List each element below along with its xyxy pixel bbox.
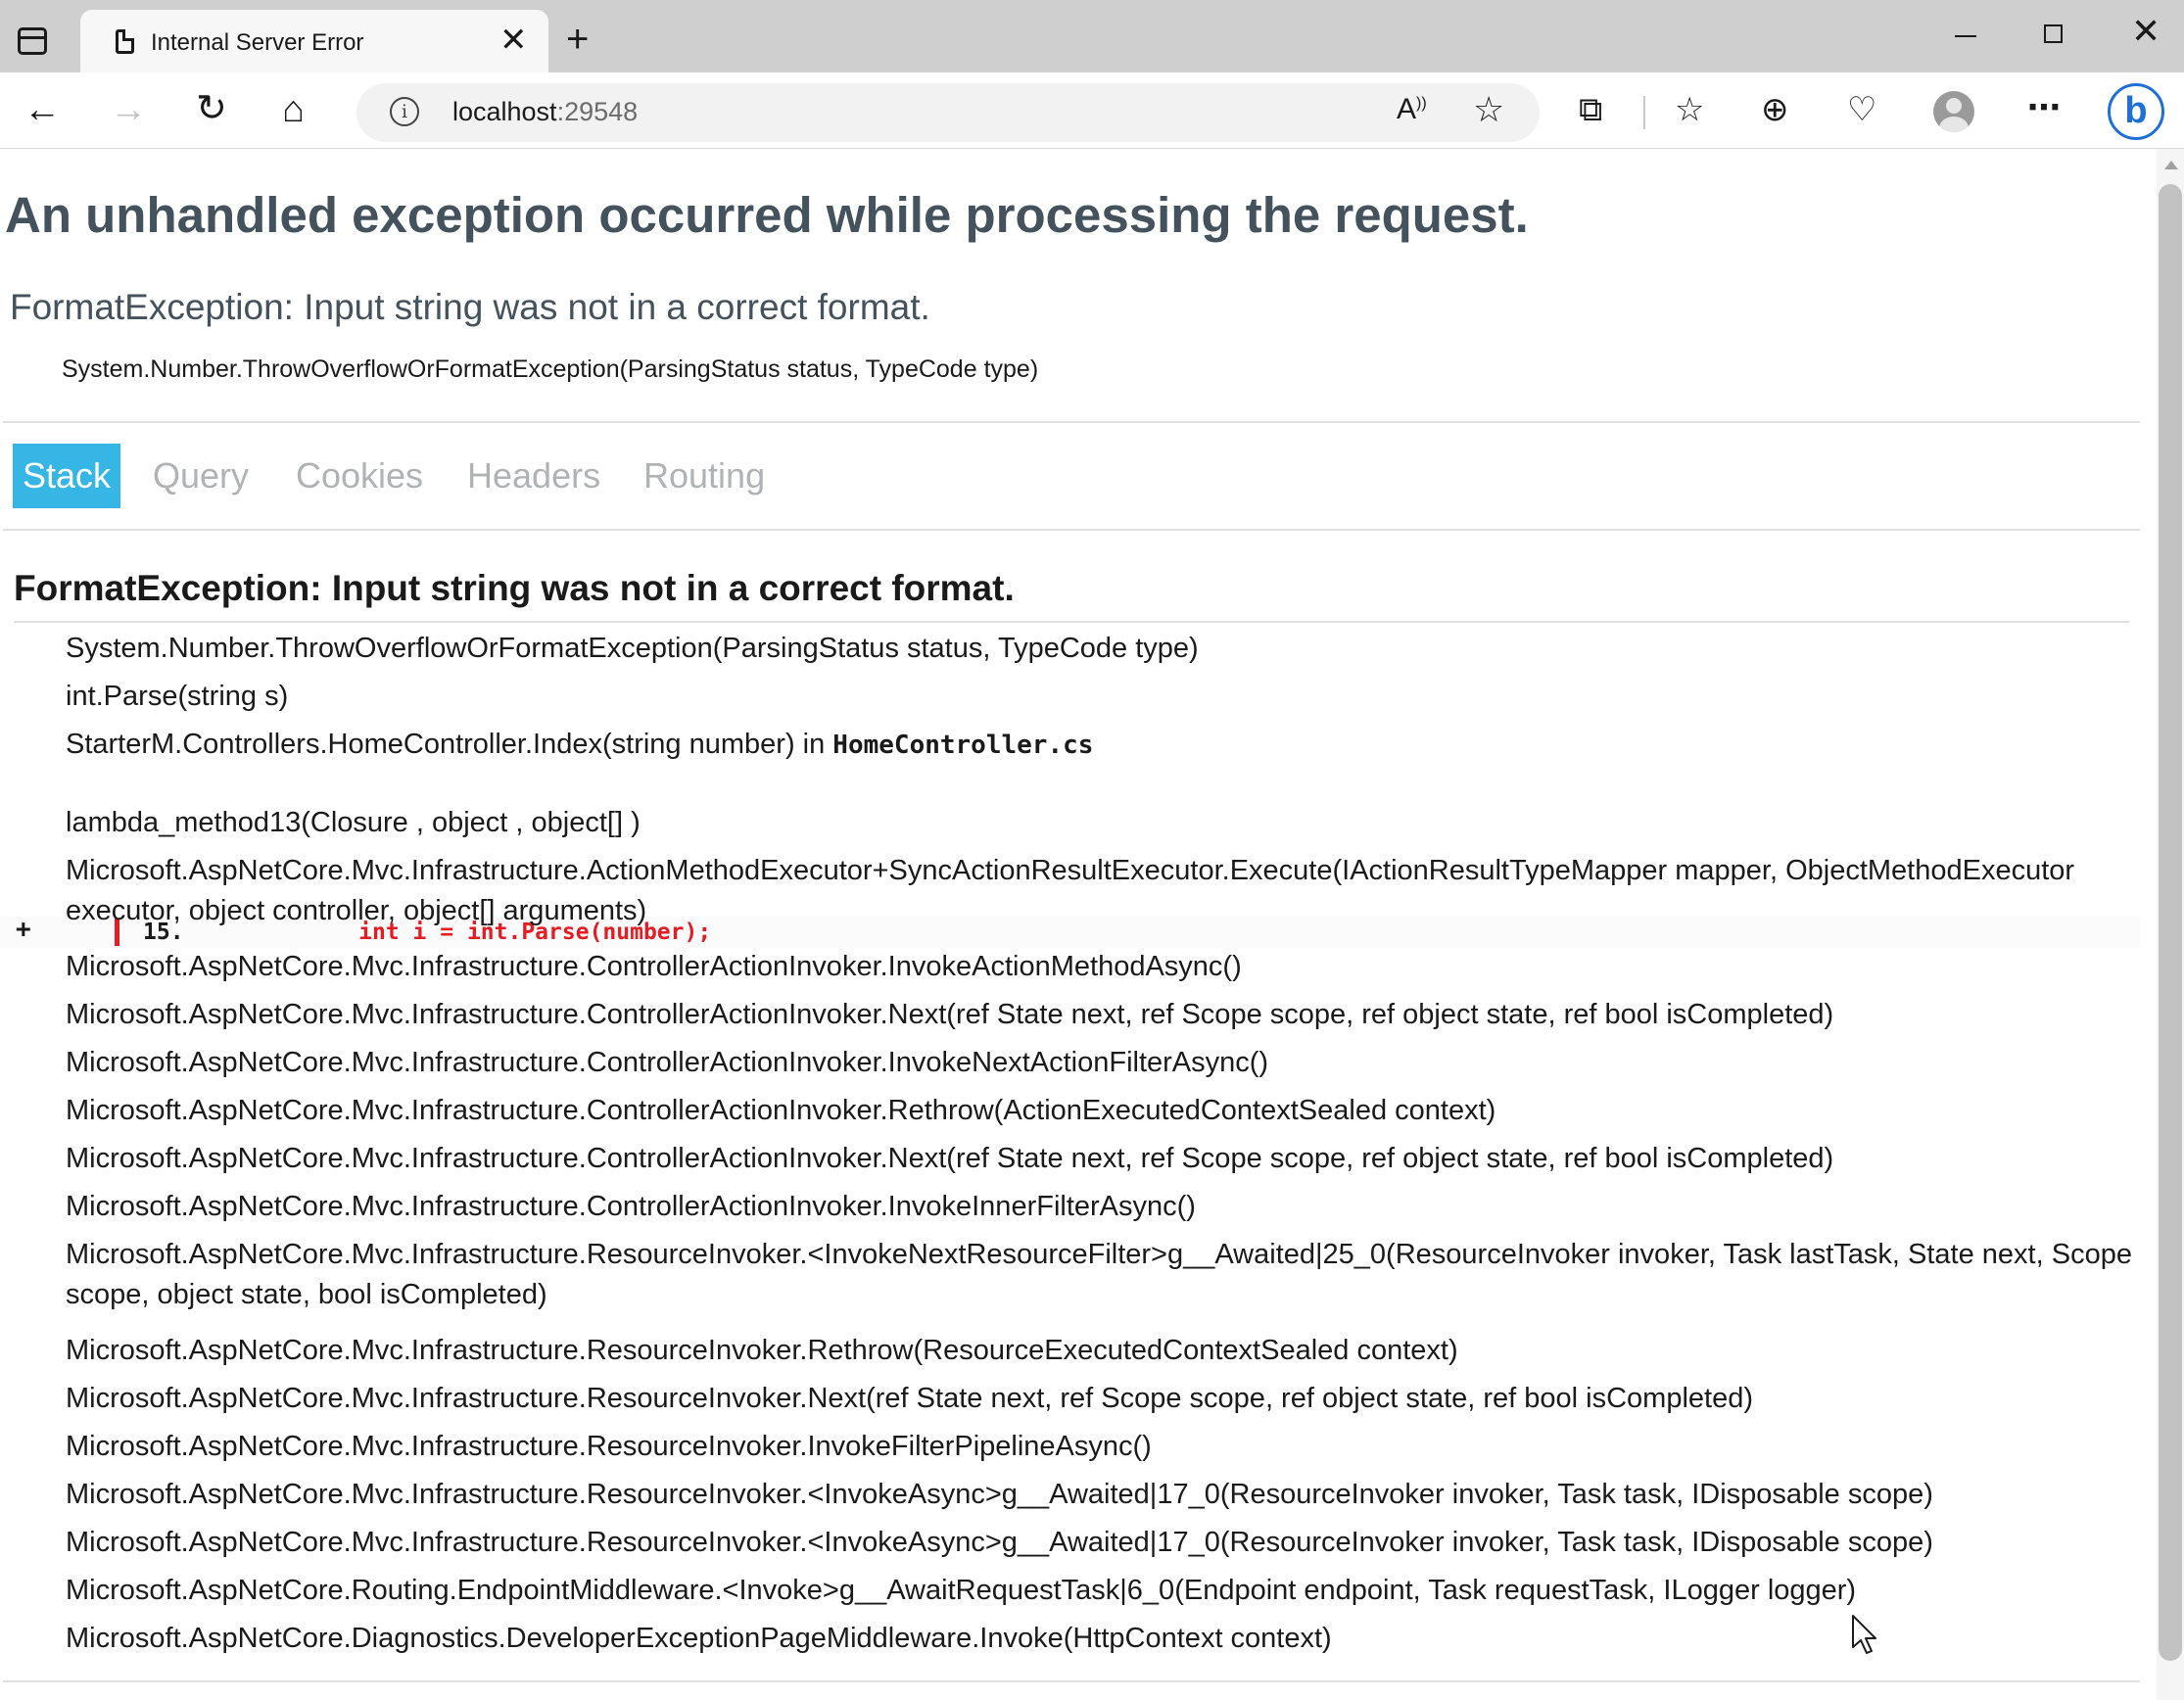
- site-info-icon[interactable]: i: [390, 97, 419, 126]
- stack-frame: Microsoft.AspNetCore.Mvc.Infrastructure.…: [66, 1191, 1196, 1222]
- tab-title: Internal Server Error: [151, 29, 364, 56]
- forward-arrow-icon[interactable]: →: [110, 90, 147, 129]
- toolbar-divider: [1643, 96, 1645, 129]
- stack-frame: System.Number.ThrowOverflowOrFormatExcep…: [66, 633, 1199, 664]
- home-icon[interactable]: ⌂: [282, 90, 305, 129]
- error-location: System.Number.ThrowOverflowOrFormatExcep…: [62, 355, 1039, 383]
- ellipsis-icon[interactable]: ⋯: [2027, 88, 2061, 127]
- browser-chrome: Internal Server Error ✕ + ✕ ← → ↻ ⌂ i lo…: [0, 0, 2184, 149]
- tab-query[interactable]: Query: [153, 444, 249, 508]
- stack-frame: Microsoft.AspNetCore.Mvc.Infrastructure.…: [66, 1095, 1496, 1126]
- stack-frame: Microsoft.AspNetCore.Mvc.Infrastructure.…: [66, 1479, 1933, 1510]
- star-icon[interactable]: ☆: [1473, 89, 1504, 130]
- collections-icon[interactable]: ⊕: [1761, 90, 1789, 129]
- stack-frame: Microsoft.AspNetCore.Mvc.Infrastructure.…: [66, 1335, 1458, 1366]
- favorites-list-icon[interactable]: ☆: [1675, 90, 1704, 129]
- page-heading: An unhandled exception occurred while pr…: [5, 187, 1529, 243]
- expand-source-button[interactable]: +: [16, 915, 31, 944]
- divider: [3, 1680, 2140, 1682]
- divider: [3, 529, 2140, 531]
- stack-frame: Microsoft.AspNetCore.Mvc.Infrastructure.…: [66, 1047, 1269, 1078]
- stack-frame: Microsoft.AspNetCore.Mvc.Infrastructure.…: [66, 951, 1242, 982]
- mouse-cursor-icon: [1852, 1615, 1876, 1654]
- tab-routing[interactable]: Routing: [643, 444, 765, 508]
- stack-frame: Microsoft.AspNetCore.Mvc.Infrastructure.…: [66, 1239, 2132, 1310]
- divider: [3, 421, 2140, 423]
- maximize-icon[interactable]: [2044, 24, 2063, 43]
- frame-file: HomeController.cs: [832, 731, 1094, 760]
- stack-frame: lambda_method13(Closure , object , objec…: [66, 807, 641, 838]
- vertical-scrollbar[interactable]: [2157, 149, 2184, 1700]
- error-title: FormatException: Input string was not in…: [10, 287, 930, 327]
- stack-frame: Microsoft.AspNetCore.Mvc.Infrastructure.…: [66, 1143, 1834, 1174]
- puzzle-icon[interactable]: ⧉: [1579, 90, 1602, 129]
- bing-copilot-icon[interactable]: b: [2108, 83, 2164, 140]
- minimize-icon[interactable]: [1955, 35, 1976, 37]
- browser-tab[interactable]: Internal Server Error ✕: [80, 10, 548, 72]
- stack-exception-title: FormatException: Input string was not in…: [14, 568, 1015, 608]
- window-close-icon[interactable]: ✕: [2131, 14, 2160, 49]
- divider: [14, 621, 2129, 623]
- sidebar-toggle-icon[interactable]: [18, 27, 47, 55]
- back-arrow-icon[interactable]: ←: [24, 90, 61, 129]
- tab-stack[interactable]: Stack: [13, 444, 121, 508]
- tab-close-icon[interactable]: ✕: [499, 24, 528, 57]
- stack-frame: Microsoft.AspNetCore.Mvc.Infrastructure.…: [66, 1431, 1152, 1462]
- stack-frame: int.Parse(string s): [66, 681, 289, 712]
- scrollbar-thumb[interactable]: [2159, 184, 2182, 1661]
- stack-frame: Microsoft.AspNetCore.Routing.EndpointMid…: [66, 1575, 1857, 1606]
- frame-method: StarterM.Controllers.HomeController.Inde…: [66, 729, 833, 760]
- refresh-icon[interactable]: ↻: [196, 89, 227, 128]
- tab-strip: Internal Server Error ✕ + ✕: [0, 0, 2184, 72]
- profile-avatar-icon[interactable]: [1933, 91, 1974, 132]
- address-bar[interactable]: i localhost:29548 A)) ☆: [356, 83, 1540, 142]
- document-icon: [116, 29, 134, 54]
- address-text[interactable]: localhost:29548: [452, 97, 638, 127]
- stack-frame: StarterM.Controllers.HomeController.Inde…: [66, 725, 2132, 766]
- new-tab-icon[interactable]: +: [566, 20, 589, 59]
- stack-frame: Microsoft.AspNetCore.Mvc.Infrastructure.…: [66, 1527, 1933, 1558]
- scroll-up-arrow-icon[interactable]: [2164, 161, 2178, 169]
- stack-frame: Microsoft.AspNetCore.Mvc.Infrastructure.…: [66, 999, 1834, 1030]
- error-page: An unhandled exception occurred while pr…: [0, 149, 2155, 1700]
- stack-frame: Microsoft.AspNetCore.Diagnostics.Develop…: [66, 1623, 1332, 1654]
- tab-cookies[interactable]: Cookies: [296, 444, 423, 508]
- browser-essentials-icon[interactable]: ♡: [1847, 90, 1876, 129]
- stack-frame: Microsoft.AspNetCore.Mvc.Infrastructure.…: [66, 855, 2075, 926]
- tab-headers[interactable]: Headers: [467, 444, 600, 508]
- stack-frame: Microsoft.AspNetCore.Mvc.Infrastructure.…: [66, 1383, 1754, 1414]
- read-aloud-icon[interactable]: A)): [1397, 93, 1427, 126]
